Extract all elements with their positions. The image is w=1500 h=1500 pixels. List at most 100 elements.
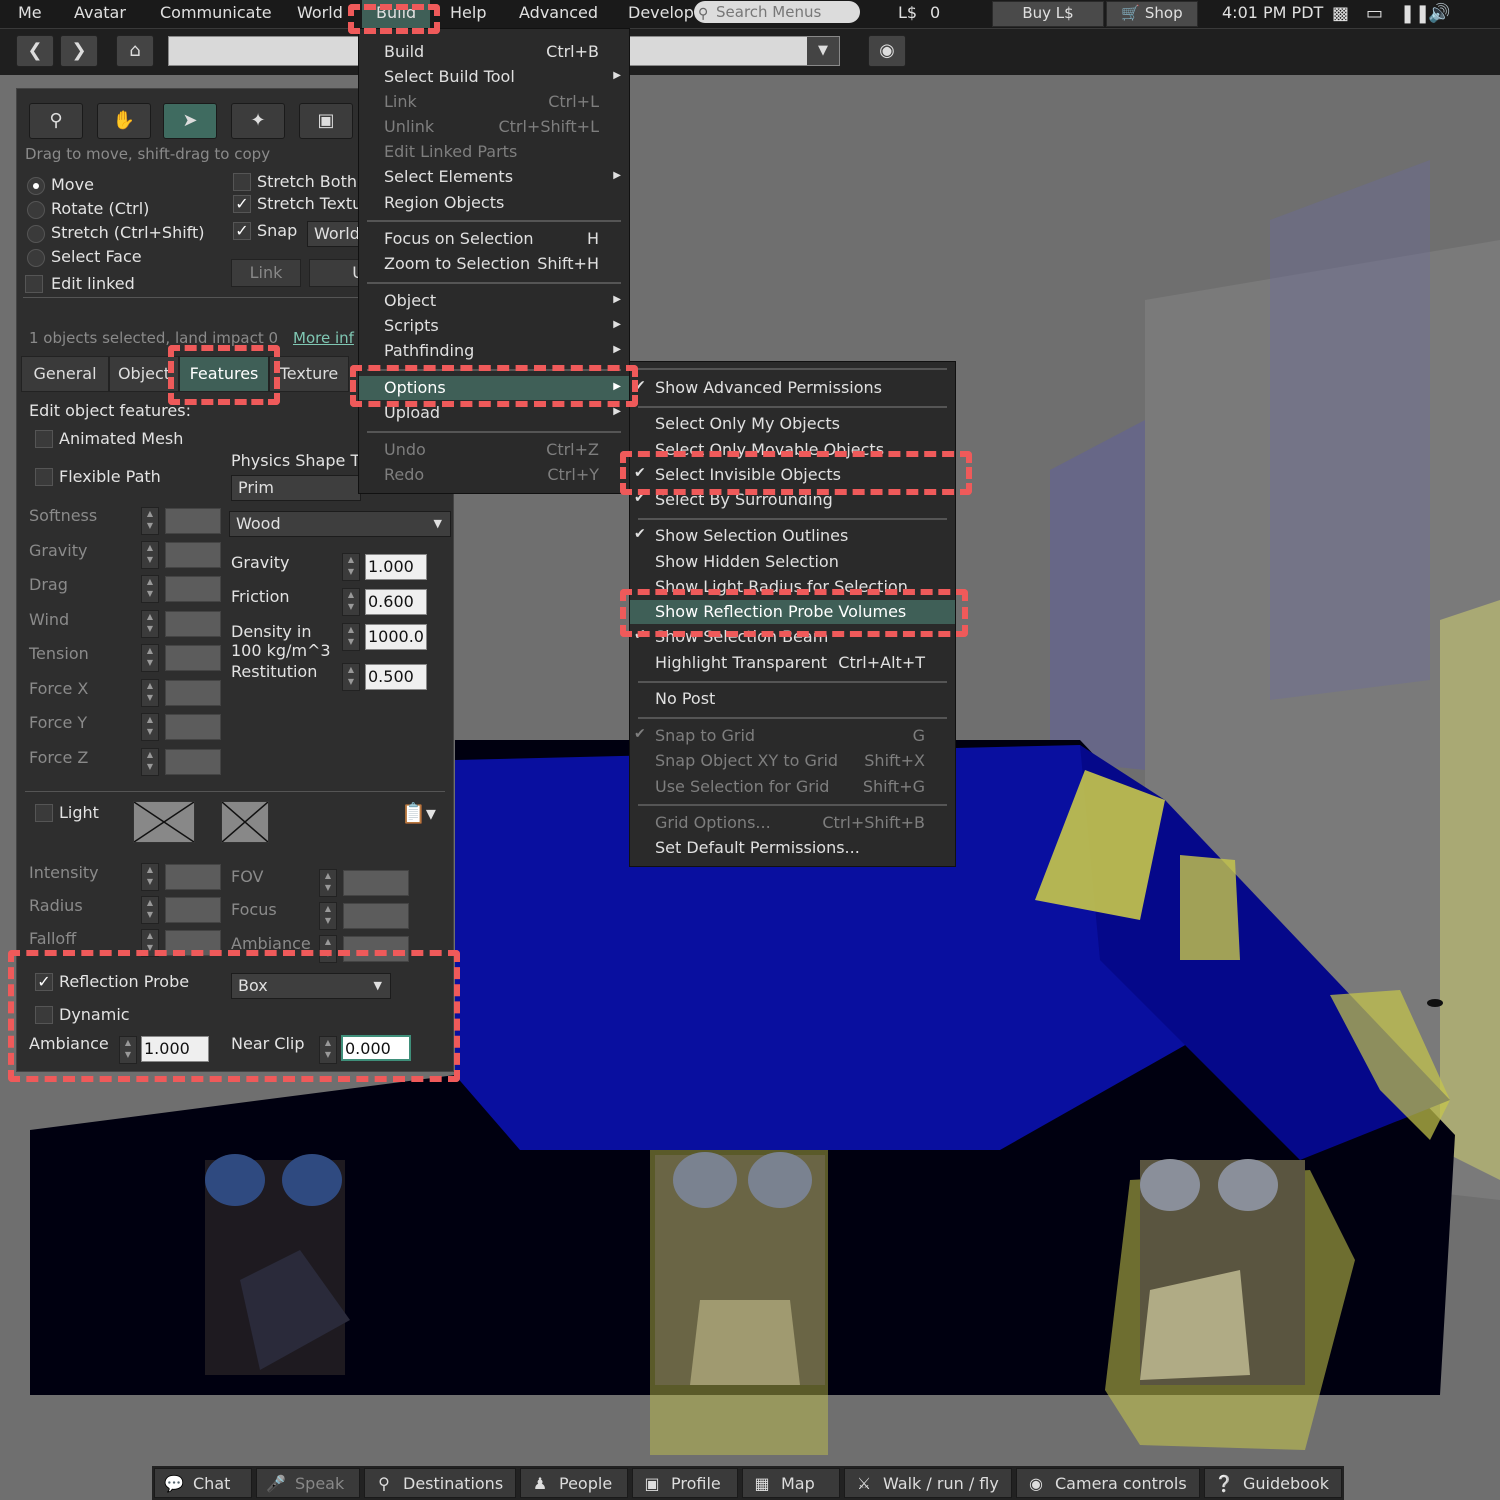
create-tool-button[interactable]: ✦ [231,103,285,139]
wind-field[interactable] [165,611,221,637]
stretch-radio[interactable] [27,225,45,243]
menu-item-select-by-surrounding[interactable]: ✔ Select By Surrounding [630,488,955,512]
search-menus-input[interactable]: ⚲ Search Menus [694,1,860,23]
focus-tool-button[interactable]: ⚲ [29,103,83,139]
fov-field[interactable] [343,870,409,896]
map-button[interactable]: ▦ Map [742,1468,840,1498]
falloff-field[interactable] [165,930,221,956]
edit-linked-checkbox[interactable] [25,275,43,293]
ambiance-spinner[interactable]: ▲ ▼ [119,1036,137,1064]
physics-shape-dropdown[interactable]: Prim [231,475,361,501]
menu-item-show-advanced-permissions[interactable]: ✔ Show Advanced Permissions [630,376,955,400]
tab-general[interactable]: General [21,356,109,392]
camera-controls-button[interactable]: ◉ Camera controls [1016,1468,1200,1498]
tension-spinner[interactable]: ▲ ▼ [141,644,159,672]
menu-item-select-only-my-objects[interactable]: Select Only My Objects [630,412,955,436]
stretch-textures-checkbox[interactable]: ✓ [233,195,251,213]
menu-item-snap-object-xy-to-grid[interactable]: Snap Object XY to Grid Shift+X [630,749,955,773]
menu-develop[interactable]: Develop [628,3,694,22]
reflection-probe-checkbox[interactable]: ✓ [35,973,53,991]
menu-item-show-selection-outlines[interactable]: ✔ Show Selection Outlines [630,524,955,548]
search-map-button[interactable]: ◉ [868,35,906,67]
force-z-spinner[interactable]: ▲ ▼ [141,748,159,776]
force-z-field[interactable] [165,749,221,775]
menu-world[interactable]: World [297,3,343,22]
move-radio[interactable] [27,177,45,195]
speak-button[interactable]: 🎤 Speak [256,1468,360,1498]
link-button[interactable]: Link [231,259,301,287]
menu-item-build[interactable]: Build Ctrl+B [359,40,629,64]
light-texture-swatch[interactable] [221,801,269,843]
menu-item-region-objects[interactable]: Region Objects [359,191,629,215]
menu-item-undo[interactable]: Undo Ctrl+Z [359,438,629,462]
menu-item-select-elements[interactable]: Select Elements ▶ [359,165,629,189]
menu-item-options[interactable]: Options ▶ [359,376,629,400]
menu-item-redo[interactable]: Redo Ctrl+Y [359,463,629,487]
gravity-spinner[interactable]: ▲ ▼ [342,553,360,581]
density-spinner[interactable]: ▲ ▼ [342,623,360,651]
menu-item-grid-options[interactable]: Grid Options... Ctrl+Shift+B [630,811,955,835]
menu-item-scripts[interactable]: Scripts ▶ [359,314,629,338]
buy-currency-button[interactable]: Buy L$ [992,1,1104,27]
menu-communicate[interactable]: Communicate [160,3,272,22]
menu-item-unlink[interactable]: Unlink Ctrl+Shift+L [359,115,629,139]
menu-item-highlight-transparent[interactable]: Highlight Transparent Ctrl+Alt+T [630,651,955,675]
menu-build[interactable]: Build [362,0,431,28]
restitution-field[interactable]: 0.500 [365,664,427,690]
shop-button[interactable]: 🛒 Shop [1106,1,1198,27]
snap-checkbox[interactable]: ✓ [233,222,251,240]
dynamic-checkbox[interactable] [35,1006,53,1024]
gravity-flex-spinner[interactable]: ▲ ▼ [141,541,159,569]
tab-features[interactable]: Features [179,356,269,392]
intensity-field[interactable] [165,864,221,890]
softness-field[interactable] [165,508,221,534]
focus-spinner[interactable]: ▲ ▼ [319,902,337,930]
menu-advanced[interactable]: Advanced [519,3,598,22]
falloff-spinner[interactable]: ▲ ▼ [141,929,159,957]
menu-item-set-default-permissions[interactable]: Set Default Permissions... [630,836,955,860]
intensity-spinner[interactable]: ▲ ▼ [141,863,159,891]
chat-button[interactable]: 💬 Chat [154,1468,252,1498]
near-clip-field[interactable]: 0.000 [341,1035,411,1061]
menu-item-snap-to-grid[interactable]: ✔ Snap to Grid G [630,724,955,748]
gravity-flex-field[interactable] [165,542,221,568]
light-color-swatch[interactable] [133,801,195,843]
rotate-radio[interactable] [27,201,45,219]
drag-field[interactable] [165,576,221,602]
flexible-path-checkbox[interactable] [35,468,53,486]
land-tool-button[interactable]: ▣ [299,103,353,139]
near-clip-spinner[interactable]: ▲ ▼ [319,1036,337,1064]
profile-button[interactable]: ▣ Profile [632,1468,738,1498]
grab-tool-button[interactable]: ✋ [97,103,151,139]
menu-item-object[interactable]: Object ▶ [359,289,629,313]
wind-spinner[interactable]: ▲ ▼ [141,610,159,638]
clipboard-icon[interactable]: 📋▾ [401,801,436,825]
camera-icon[interactable]: ▩ [1332,3,1349,24]
ambiance-field[interactable]: 1.000 [141,1036,209,1062]
light-checkbox[interactable] [35,804,53,822]
walk-run-fly-button[interactable]: ⚔ Walk / run / fly [844,1468,1012,1498]
restitution-spinner[interactable]: ▲ ▼ [342,663,360,691]
softness-spinner[interactable]: ▲ ▼ [141,507,159,535]
menu-item-select-build-tool[interactable]: Select Build Tool ▶ [359,65,629,89]
menu-item-use-selection-for-grid[interactable]: Use Selection for Grid Shift+G [630,775,955,799]
menu-avatar[interactable]: Avatar [74,3,126,22]
guidebook-button[interactable]: ❔ Guidebook [1204,1468,1342,1498]
force-x-field[interactable] [165,680,221,706]
people-button[interactable]: ♟ People [520,1468,628,1498]
tab-texture[interactable]: Texture [269,356,349,392]
menu-item-link[interactable]: Link Ctrl+L [359,90,629,114]
gravity-field[interactable]: 1.000 [365,554,427,580]
edit-tool-button[interactable]: ➤ [163,103,217,139]
pause-icon[interactable]: ❚❚ [1400,3,1430,24]
force-y-field[interactable] [165,714,221,740]
chevron-down-icon[interactable]: ▼ [807,37,839,65]
density-field[interactable]: 1000.0 [365,624,427,650]
menu-item-select-invisible-objects[interactable]: ✔ Select Invisible Objects [630,463,955,487]
forward-button[interactable]: ❯ [60,35,98,67]
menu-help[interactable]: Help [450,3,486,22]
force-x-spinner[interactable]: ▲ ▼ [141,679,159,707]
menu-item-show-hidden-selection[interactable]: Show Hidden Selection [630,550,955,574]
force-y-spinner[interactable]: ▲ ▼ [141,713,159,741]
menu-me[interactable]: Me [18,3,42,22]
